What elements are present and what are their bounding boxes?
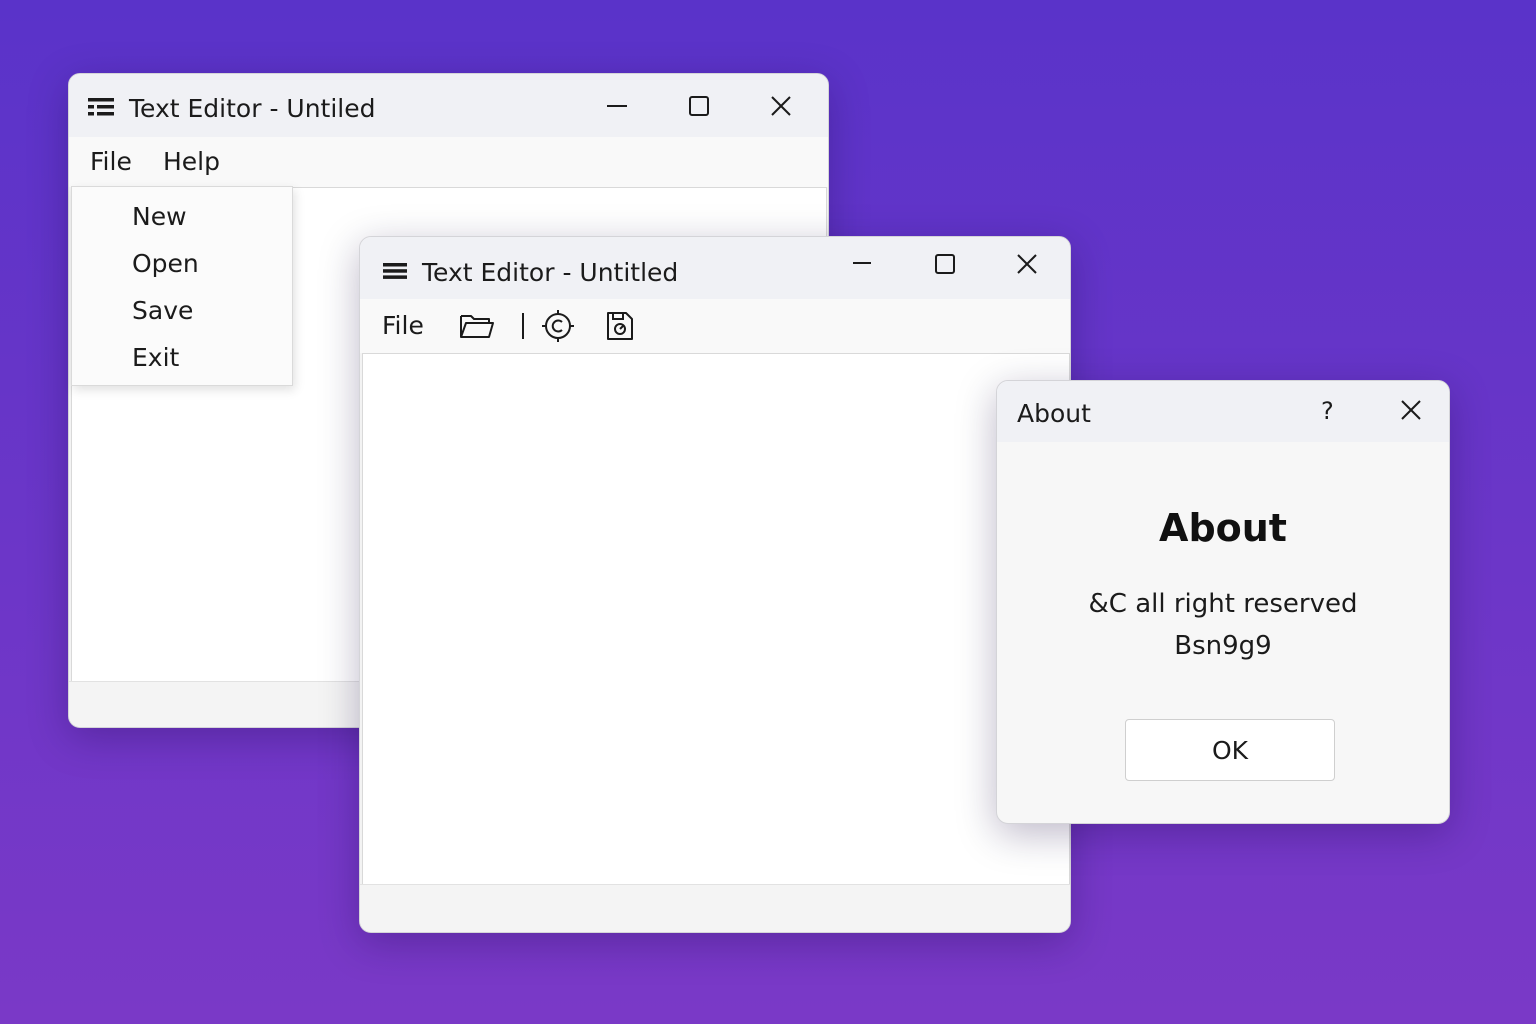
close-button[interactable]	[1389, 390, 1433, 430]
save-file-icon[interactable]	[600, 306, 640, 346]
about-dialog: About ? About &C all right reserved Bsn9…	[996, 380, 1450, 824]
close-button[interactable]	[759, 86, 803, 126]
menu-item-new[interactable]: New	[132, 202, 187, 231]
back-window-title: Text Editor - Untiled	[129, 94, 376, 123]
about-dialog-titlebar[interactable]: About ?	[997, 381, 1449, 442]
menu-item-open[interactable]: Open	[132, 249, 199, 278]
menu-item-save[interactable]: Save	[132, 296, 193, 325]
menu-file[interactable]: File	[90, 147, 132, 176]
toolbar-separator	[522, 313, 524, 339]
maximize-button[interactable]	[677, 86, 721, 126]
front-window-statusbar	[360, 884, 1070, 932]
open-folder-icon[interactable]	[457, 306, 497, 346]
back-window-titlebar[interactable]: Text Editor - Untiled	[69, 74, 828, 137]
front-editor-window: Text Editor - Untitled File	[359, 236, 1071, 933]
close-button[interactable]	[1005, 244, 1049, 284]
help-button[interactable]: ?	[1321, 397, 1334, 425]
about-heading: About	[1159, 506, 1287, 550]
file-dropdown-menu: New Open Save Exit	[71, 186, 293, 386]
back-window-menubar: File Help	[69, 137, 828, 187]
menu-help[interactable]: Help	[163, 147, 220, 176]
app-menu-icon	[383, 263, 407, 283]
menu-file[interactable]: File	[382, 311, 424, 340]
app-menu-icon	[88, 98, 114, 120]
copyright-text: &C all right reserved	[1088, 589, 1358, 619]
front-editor-text-area[interactable]	[362, 353, 1070, 886]
build-code-text: Bsn9g9	[1174, 631, 1272, 661]
front-window-titlebar[interactable]: Text Editor - Untitled	[360, 237, 1070, 299]
menu-item-exit[interactable]: Exit	[132, 343, 179, 372]
minimize-button[interactable]	[840, 243, 884, 283]
front-window-toolbar: File	[360, 299, 1070, 353]
ok-button[interactable]: OK	[1125, 719, 1335, 781]
copyright-icon[interactable]	[538, 306, 578, 346]
about-dialog-title: About	[1017, 399, 1091, 428]
minimize-button[interactable]	[595, 86, 639, 126]
front-window-title: Text Editor - Untitled	[422, 258, 679, 287]
maximize-button[interactable]	[923, 244, 967, 284]
